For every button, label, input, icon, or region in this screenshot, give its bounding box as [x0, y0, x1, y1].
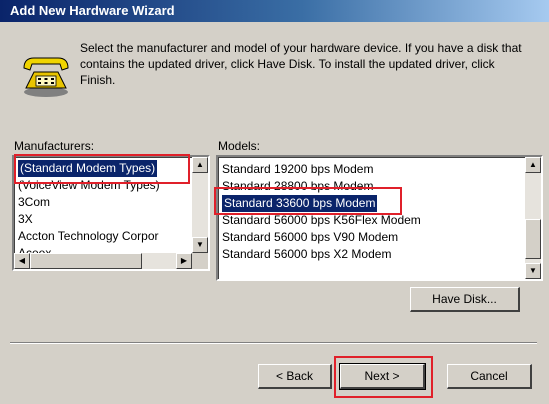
cancel-button[interactable]: Cancel [447, 364, 532, 389]
scroll-left-icon[interactable]: ◀ [14, 253, 30, 269]
models-vertical-scrollbar[interactable]: ▲ ▼ [525, 157, 541, 279]
model-item[interactable]: Standard 56000 bps X2 Modem [222, 246, 391, 263]
back-button[interactable]: < Back [258, 364, 332, 389]
model-item[interactable]: Standard 56000 bps V90 Modem [222, 229, 398, 246]
manufacturers-horizontal-scrollbar[interactable]: ◀ ▶ [14, 253, 192, 269]
scrollbar-corner [192, 253, 208, 269]
scroll-up-icon[interactable]: ▲ [525, 157, 541, 173]
next-button-highlight-box [334, 356, 433, 398]
manufacturer-item[interactable]: Accton Technology Corpor [18, 228, 159, 245]
scrollbar-thumb[interactable] [525, 219, 541, 259]
cancel-button-label: Cancel [470, 369, 508, 383]
instructions-text: Select the manufacturer and model of you… [80, 41, 522, 87]
scroll-down-icon[interactable]: ▼ [525, 263, 541, 279]
separator [10, 342, 537, 344]
manufacturers-vertical-scrollbar[interactable]: ▲ ▼ [192, 157, 208, 253]
models-label-text: Models: [218, 139, 261, 153]
models-label: Models: [218, 139, 260, 153]
title-bar: Add New Hardware Wizard [0, 0, 549, 22]
scroll-down-icon[interactable]: ▼ [192, 237, 208, 253]
manufacturer-item[interactable]: 3X [18, 211, 33, 228]
have-disk-button[interactable]: Have Disk... [410, 287, 520, 312]
scroll-right-icon[interactable]: ▶ [176, 253, 192, 269]
manufacturer-item[interactable]: 3Com [18, 194, 50, 211]
model-highlight-box [214, 187, 402, 215]
scroll-up-icon[interactable]: ▲ [192, 157, 208, 173]
scrollbar-thumb[interactable] [30, 253, 142, 269]
models-listbox[interactable]: Standard 19200 bps Modem Standard 28800 … [216, 155, 543, 281]
model-item[interactable]: Standard 19200 bps Modem [222, 161, 373, 178]
have-disk-button-label: Have Disk... [432, 292, 497, 306]
manufacturer-highlight-box [14, 154, 190, 184]
telephone-modem-icon [23, 57, 69, 97]
manufacturers-label-text: Manufacturers: [14, 139, 95, 153]
manufacturers-label: Manufacturers: [14, 139, 94, 153]
window-title: Add New Hardware Wizard [10, 3, 175, 18]
back-button-label: < Back [275, 369, 314, 383]
